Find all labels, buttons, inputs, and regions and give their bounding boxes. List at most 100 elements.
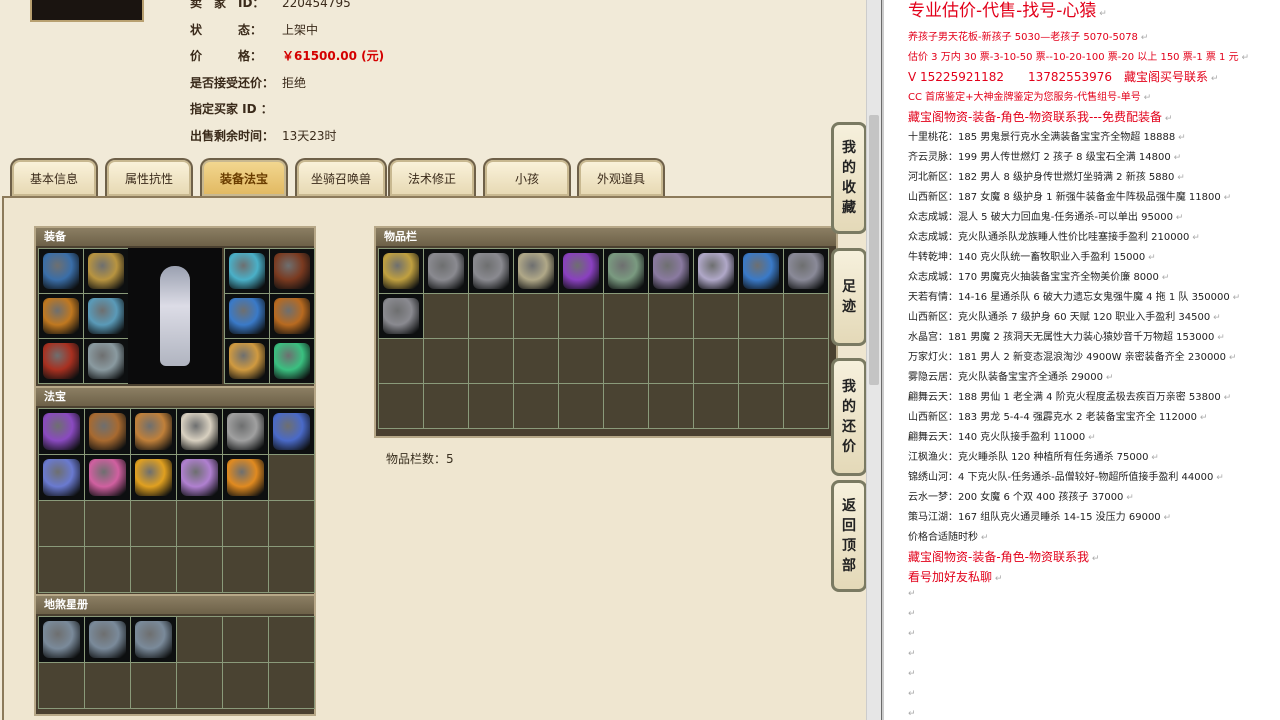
tab-7[interactable]: 外观道具 — [577, 158, 665, 196]
inventory-slot[interactable] — [784, 384, 828, 428]
inventory-slot[interactable] — [559, 384, 603, 428]
treasure-slot[interactable] — [177, 501, 222, 546]
star-slot[interactable] — [269, 663, 314, 708]
treasure-slot[interactable] — [269, 409, 314, 454]
star-slot[interactable] — [85, 617, 130, 662]
equip-slot[interactable] — [84, 294, 128, 338]
inventory-slot[interactable] — [559, 249, 603, 293]
treasure-slot[interactable] — [269, 501, 314, 546]
star-slot[interactable] — [39, 617, 84, 662]
treasure-slot[interactable] — [131, 501, 176, 546]
my-collection-button[interactable]: 我的收藏 — [831, 122, 866, 234]
tab-3[interactable]: 装备法宝 — [200, 158, 288, 196]
treasure-slot[interactable] — [85, 547, 130, 592]
inventory-slot[interactable] — [514, 339, 558, 383]
star-slot[interactable] — [223, 663, 268, 708]
treasure-slot[interactable] — [85, 455, 130, 500]
inventory-slot[interactable] — [559, 294, 603, 338]
equip-slot[interactable] — [39, 339, 83, 383]
inventory-slot[interactable] — [784, 339, 828, 383]
tab-5[interactable]: 法术修正 — [388, 158, 476, 196]
treasure-slot[interactable] — [39, 455, 84, 500]
treasure-slot[interactable] — [177, 409, 222, 454]
treasure-slot[interactable] — [269, 547, 314, 592]
inventory-slot[interactable] — [379, 294, 423, 338]
inventory-slot[interactable] — [784, 294, 828, 338]
back-to-top-button[interactable]: 返回顶部 — [831, 480, 866, 592]
inventory-slot[interactable] — [784, 249, 828, 293]
star-slot[interactable] — [177, 663, 222, 708]
inventory-slot[interactable] — [604, 384, 648, 428]
treasure-slot[interactable] — [39, 409, 84, 454]
inventory-slot[interactable] — [559, 339, 603, 383]
inventory-slot[interactable] — [649, 384, 693, 428]
inventory-slot[interactable] — [469, 294, 513, 338]
inventory-slot[interactable] — [469, 249, 513, 293]
treasure-slot[interactable] — [85, 501, 130, 546]
treasure-slot[interactable] — [131, 455, 176, 500]
equip-slot[interactable] — [225, 294, 269, 338]
my-bargain-button[interactable]: 我的还价 — [831, 358, 866, 476]
inventory-slot[interactable] — [514, 249, 558, 293]
treasure-slot[interactable] — [269, 455, 314, 500]
treasure-slot[interactable] — [131, 409, 176, 454]
equip-slot[interactable] — [270, 339, 314, 383]
inventory-slot[interactable] — [424, 384, 468, 428]
star-slot[interactable] — [269, 617, 314, 662]
inventory-slot[interactable] — [739, 384, 783, 428]
inventory-slot[interactable] — [739, 249, 783, 293]
inventory-slot[interactable] — [649, 294, 693, 338]
star-slot[interactable] — [177, 617, 222, 662]
tab-1[interactable]: 基本信息 — [10, 158, 98, 196]
treasure-slot[interactable] — [39, 547, 84, 592]
equip-slot[interactable] — [225, 249, 269, 293]
treasure-slot[interactable] — [223, 547, 268, 592]
inventory-slot[interactable] — [649, 339, 693, 383]
star-slot[interactable] — [131, 663, 176, 708]
inventory-slot[interactable] — [514, 384, 558, 428]
treasure-slot[interactable] — [223, 501, 268, 546]
page-scrollbar[interactable] — [866, 0, 881, 720]
inventory-slot[interactable] — [604, 249, 648, 293]
inventory-slot[interactable] — [469, 384, 513, 428]
equip-slot[interactable] — [84, 339, 128, 383]
treasure-slot[interactable] — [39, 501, 84, 546]
inventory-slot[interactable] — [694, 339, 738, 383]
inventory-slot[interactable] — [379, 339, 423, 383]
treasure-slot[interactable] — [177, 547, 222, 592]
inventory-slot[interactable] — [424, 294, 468, 338]
inventory-slot[interactable] — [514, 294, 558, 338]
star-slot[interactable] — [223, 617, 268, 662]
equip-slot[interactable] — [270, 294, 314, 338]
scrollbar-thumb[interactable] — [869, 115, 879, 385]
inventory-slot[interactable] — [424, 249, 468, 293]
star-slot[interactable] — [85, 663, 130, 708]
equip-slot[interactable] — [39, 249, 83, 293]
inventory-slot[interactable] — [694, 294, 738, 338]
treasure-slot[interactable] — [177, 455, 222, 500]
inventory-slot[interactable] — [604, 339, 648, 383]
inventory-slot[interactable] — [649, 249, 693, 293]
tab-4[interactable]: 坐骑召唤兽 — [295, 158, 387, 196]
equip-slot[interactable] — [39, 294, 83, 338]
equip-slot[interactable] — [270, 249, 314, 293]
inventory-slot[interactable] — [739, 339, 783, 383]
equip-slot[interactable] — [84, 249, 128, 293]
inventory-slot[interactable] — [694, 384, 738, 428]
inventory-slot[interactable] — [469, 339, 513, 383]
inventory-slot[interactable] — [739, 294, 783, 338]
inventory-slot[interactable] — [379, 249, 423, 293]
inventory-slot[interactable] — [379, 384, 423, 428]
star-slot[interactable] — [131, 617, 176, 662]
equip-slot[interactable] — [225, 339, 269, 383]
treasure-slot[interactable] — [223, 455, 268, 500]
treasure-slot[interactable] — [223, 409, 268, 454]
star-slot[interactable] — [39, 663, 84, 708]
treasure-slot[interactable] — [85, 409, 130, 454]
inventory-slot[interactable] — [694, 249, 738, 293]
inventory-slot[interactable] — [424, 339, 468, 383]
inventory-slot[interactable] — [604, 294, 648, 338]
footprint-button[interactable]: 足迹 — [831, 248, 866, 346]
treasure-slot[interactable] — [131, 547, 176, 592]
tab-2[interactable]: 属性抗性 — [105, 158, 193, 196]
